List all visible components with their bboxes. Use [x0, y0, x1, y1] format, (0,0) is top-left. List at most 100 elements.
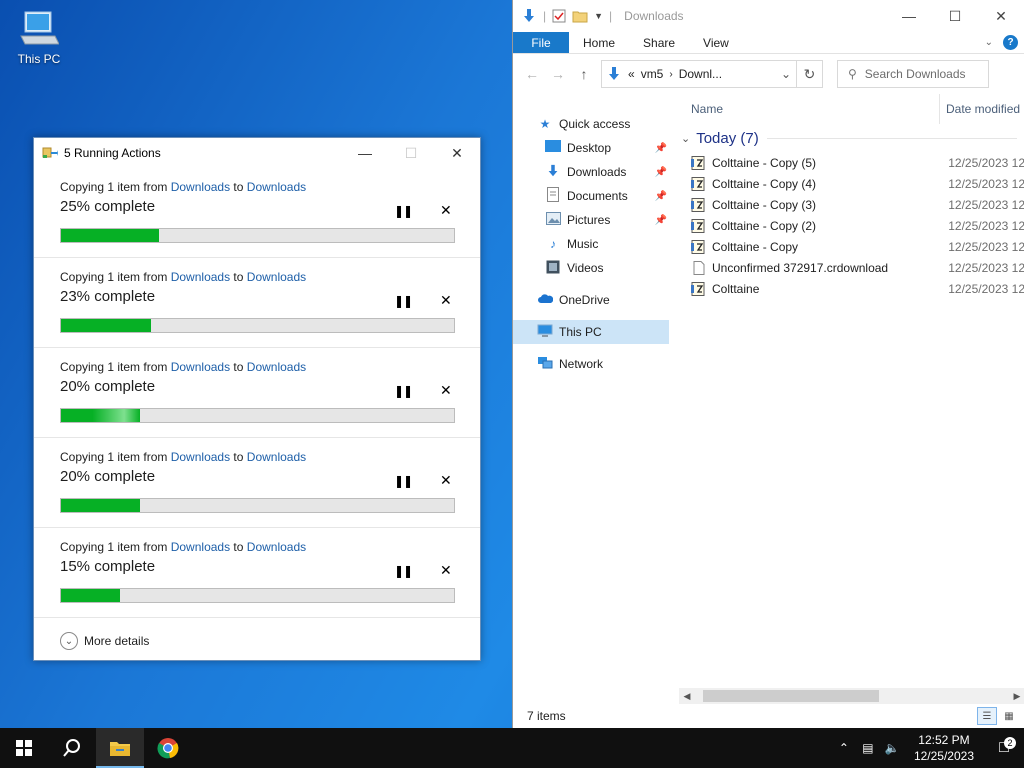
desktop-icon-this-pc[interactable]: This PC: [10, 8, 68, 66]
text-doc-icon: [691, 218, 705, 233]
explorer-maximize-button[interactable]: ☐: [932, 0, 978, 32]
properties-icon[interactable]: [552, 9, 566, 23]
destination-link[interactable]: Downloads: [247, 180, 306, 194]
explorer-titlebar[interactable]: | ▼ | Downloads — ☐ ✕: [513, 0, 1024, 32]
chevron-up-icon[interactable]: ⌃: [832, 741, 856, 755]
breadcrumb-vm5[interactable]: vm5: [641, 67, 664, 81]
pause-button[interactable]: ❚❚: [394, 564, 413, 578]
progress-bar: [60, 408, 455, 423]
nav-this-pc[interactable]: This PC: [513, 320, 669, 344]
source-link[interactable]: Downloads: [171, 360, 230, 374]
address-dropdown-icon[interactable]: ⌄: [776, 67, 796, 81]
source-link[interactable]: Downloads: [171, 270, 230, 284]
file-row[interactable]: Colttaine - Copy (5) 12/25/2023 12: [679, 152, 1024, 173]
explorer-close-button[interactable]: ✕: [978, 0, 1024, 32]
nav-videos[interactable]: Videos: [513, 256, 669, 280]
file-date: 12/25/2023 12: [948, 260, 1024, 275]
cancel-button[interactable]: ✕: [440, 472, 452, 489]
back-button[interactable]: ←: [519, 66, 545, 82]
address-bar[interactable]: « vm5 › Downl... ⌄: [601, 60, 797, 88]
taskbar-chrome[interactable]: [144, 728, 192, 768]
cancel-button[interactable]: ✕: [440, 562, 452, 579]
address-bar-row: ← → ↑ « vm5 › Downl... ⌄ ↻ ⚲ Search Down…: [513, 54, 1024, 94]
volume-muted-icon[interactable]: 🔈: [880, 741, 904, 755]
network-tray-icon[interactable]: ▤: [856, 741, 880, 755]
nav-pictures[interactable]: Pictures 📌: [513, 208, 669, 232]
file-row[interactable]: Unconfirmed 372917.crdownload 12/25/2023 …: [679, 257, 1024, 278]
up-button[interactable]: ↑: [571, 66, 597, 82]
pause-button[interactable]: ❚❚: [394, 204, 413, 218]
destination-link[interactable]: Downloads: [247, 270, 306, 284]
file-row[interactable]: Colttaine - Copy (2) 12/25/2023 12: [679, 215, 1024, 236]
qa-dropdown-icon[interactable]: ▼: [594, 11, 603, 21]
search-input[interactable]: ⚲ Search Downloads: [837, 60, 989, 88]
destination-link[interactable]: Downloads: [247, 540, 306, 554]
forward-button[interactable]: →: [545, 66, 571, 82]
nav-desktop[interactable]: Desktop 📌: [513, 136, 669, 160]
file-row[interactable]: Colttaine 12/25/2023 12: [679, 278, 1024, 299]
large-icons-view-icon[interactable]: ▦: [999, 707, 1019, 725]
minimize-button[interactable]: —: [342, 138, 388, 168]
text-doc-icon: [691, 155, 705, 170]
file-name: Colttaine - Copy (3): [712, 197, 817, 212]
download-arrow-icon[interactable]: [521, 8, 537, 24]
nav-quick-access[interactable]: ★ Quick access: [513, 112, 669, 136]
source-link[interactable]: Downloads: [171, 540, 230, 554]
source-link[interactable]: Downloads: [171, 180, 230, 194]
source-link[interactable]: Downloads: [171, 450, 230, 464]
dialog-titlebar[interactable]: 5 Running Actions — ☐ ✕: [34, 138, 480, 168]
pause-button[interactable]: ❚❚: [394, 384, 413, 398]
ribbon-expand-icon[interactable]: ⌄: [985, 37, 993, 48]
progress-fill: [61, 589, 120, 602]
cancel-button[interactable]: ✕: [440, 202, 452, 219]
file-date: 12/25/2023 12: [948, 218, 1024, 233]
file-row[interactable]: Colttaine - Copy (3) 12/25/2023 12: [679, 194, 1024, 215]
desktop-icon: [545, 140, 561, 156]
pictures-icon: [545, 212, 561, 228]
pause-button[interactable]: ❚❚: [394, 294, 413, 308]
videos-icon: [545, 260, 561, 277]
start-button[interactable]: [0, 728, 48, 768]
nav-documents[interactable]: Documents 📌: [513, 184, 669, 208]
tab-share[interactable]: Share: [629, 32, 689, 53]
chrome-icon: [157, 738, 179, 759]
scroll-left-icon[interactable]: ◀: [679, 691, 695, 702]
search-button[interactable]: [48, 728, 96, 768]
help-icon[interactable]: ?: [1003, 35, 1018, 50]
taskbar-file-explorer[interactable]: [96, 728, 144, 768]
nav-downloads[interactable]: Downloads 📌: [513, 160, 669, 184]
breadcrumb-overflow[interactable]: «: [628, 67, 635, 81]
tab-view[interactable]: View: [689, 32, 743, 53]
percent-complete: 25% complete: [60, 198, 156, 215]
nav-onedrive[interactable]: OneDrive: [513, 288, 669, 312]
group-header-today[interactable]: ⌄ Today (7): [679, 124, 1024, 152]
horizontal-scrollbar[interactable]: ◀ ▶: [679, 688, 1024, 704]
tab-file[interactable]: File: [513, 32, 569, 53]
destination-link[interactable]: Downloads: [247, 360, 306, 374]
file-row[interactable]: Colttaine - Copy (4) 12/25/2023 12: [679, 173, 1024, 194]
breadcrumb-downloads[interactable]: Downl...: [679, 67, 722, 81]
file-date: 12/25/2023 12: [948, 155, 1024, 170]
close-button[interactable]: ✕: [434, 138, 480, 168]
column-date-modified[interactable]: Date modified: [939, 94, 1020, 124]
new-folder-icon[interactable]: [572, 9, 588, 23]
destination-link[interactable]: Downloads: [247, 450, 306, 464]
nav-music[interactable]: ♪ Music: [513, 232, 669, 256]
explorer-minimize-button[interactable]: —: [886, 0, 932, 32]
scroll-right-icon[interactable]: ▶: [1009, 691, 1024, 702]
file-row[interactable]: Colttaine - Copy 12/25/2023 12: [679, 236, 1024, 257]
copy-description: Copying 1 item from Downloads to Downloa…: [60, 540, 480, 554]
cancel-button[interactable]: ✕: [440, 382, 452, 399]
file-date: 12/25/2023 12: [948, 197, 1024, 212]
scroll-thumb[interactable]: [703, 690, 879, 702]
refresh-button[interactable]: ↻: [797, 60, 823, 88]
clock[interactable]: 12:52 PM 12/25/2023: [904, 732, 984, 764]
details-view-icon[interactable]: ☰: [977, 707, 997, 725]
nav-network[interactable]: Network: [513, 352, 669, 376]
more-details-button[interactable]: ⌄ More details: [60, 632, 149, 650]
column-name[interactable]: Name: [679, 102, 939, 116]
cancel-button[interactable]: ✕: [440, 292, 452, 309]
tab-home[interactable]: Home: [569, 32, 629, 53]
pause-button[interactable]: ❚❚: [394, 474, 413, 488]
action-center-button[interactable]: □ 2: [984, 737, 1024, 757]
